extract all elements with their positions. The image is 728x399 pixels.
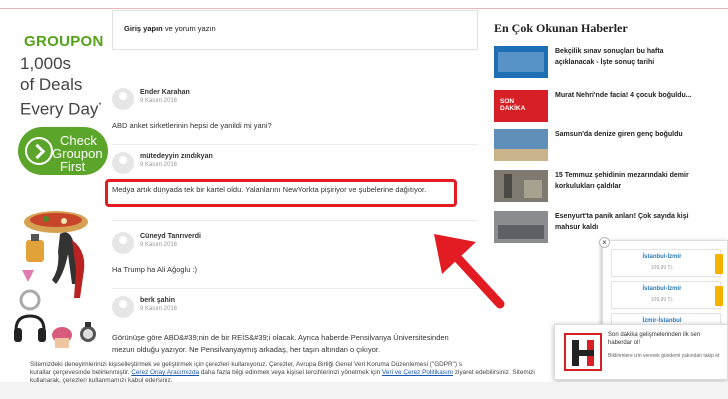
comment-date: 9 Kasım 2016	[140, 162, 178, 168]
comment-divider	[112, 220, 478, 221]
news-title[interactable]: 15 Temmuz şehidinin mezarındaki demir ko…	[555, 170, 695, 192]
groupon-logo: GROUPON	[24, 33, 104, 50]
comment-divider	[112, 144, 478, 145]
perfume-icon	[26, 240, 44, 262]
login-prompt-text: ve yorum yazın	[162, 24, 216, 33]
diamond-icon	[22, 270, 34, 282]
news-item[interactable]: 15 Temmuz şehidinin mezarındaki demir ko…	[494, 170, 694, 206]
ad-line-3-text: Every Day	[20, 99, 99, 119]
check-groupon-button[interactable]: Check Groupon First	[18, 127, 108, 175]
route-card[interactable]: İstanbul-İzmir 109,99 TL	[611, 249, 723, 277]
dancers-icon	[52, 232, 78, 284]
route-price: 109,99 TL	[650, 297, 674, 303]
privacy-policy-link[interactable]: Veri ve Çerez Politikasını	[382, 369, 453, 376]
ring-icon	[19, 289, 41, 311]
news-thumbnail	[494, 46, 548, 78]
notification-title: Son dakika gelişmelerinden ilk sen haber…	[608, 332, 701, 346]
news-title[interactable]: Murat Nehri'nde facia! 4 çocuk boğuldu..…	[555, 90, 695, 101]
avatar	[112, 232, 134, 254]
avatar	[112, 152, 134, 174]
news-title[interactable]: Bekçilik sınav sonuçları bu hafta açıkla…	[555, 46, 695, 68]
route-price: 109,99 TL	[650, 265, 674, 271]
headphones-icon	[14, 314, 46, 331]
groupon-ad[interactable]: GROUPON 1,000s of Deals Every Day* Check…	[12, 20, 108, 370]
cookie-consent-tool-link[interactable]: Çerez Onay Aracımızda	[131, 369, 199, 376]
cookie-text: Sitemizdeki deneyimlerinizi kişiselleşti…	[30, 361, 630, 385]
avatar	[112, 296, 134, 318]
top-divider	[0, 8, 728, 9]
comment-text: ABD anket sirketlerinin hepsi de yanildi…	[112, 121, 272, 130]
route-card[interactable]: İstanbul-İzmir 109,99 TL	[611, 281, 723, 309]
news-thumbnail	[494, 170, 548, 202]
news-item[interactable]: Bekçilik sınav sonuçları bu hafta açıkla…	[494, 46, 694, 82]
comment-author[interactable]: Cüneyd Tanrıverdi	[140, 233, 201, 240]
comment-author[interactable]: mütedeyyin zındıkyan	[140, 153, 213, 160]
news-title[interactable]: Samsun'da denize giren genç boğuldu	[555, 129, 695, 140]
route-tag	[715, 254, 723, 274]
news-thumbnail: SON DAKİKA	[494, 90, 548, 122]
highlight-annotation	[105, 179, 457, 207]
ad-button-line-3: First	[60, 159, 86, 174]
route-name: İstanbul-İzmir	[642, 286, 682, 292]
news-item[interactable]: SON DAKİKA Murat Nehri'nde facia! 4 çocu…	[494, 90, 694, 126]
news-title[interactable]: Esenyurt'ta panik anları! Çok sayıda kiş…	[555, 211, 695, 233]
ad-line-3-mark: *	[98, 101, 102, 110]
cookie-line-1: Sitemizdeki deneyimlerinizi kişiselleşti…	[30, 361, 463, 368]
comment-author[interactable]: berk şahin	[140, 297, 175, 304]
son-dakika-label: SON DAKİKA	[500, 98, 526, 112]
comment-author[interactable]: Ender Karahan	[140, 89, 190, 96]
comment-date: 9 Kasım 2016	[140, 98, 178, 104]
login-prompt: Giriş yapın ve yorum yazın	[112, 10, 478, 50]
notification-subtitle: Bildirimlere izin vererek gündemi yakınd…	[608, 353, 720, 359]
close-icon[interactable]: ×	[599, 237, 610, 248]
cookie-text-part: kurallar çerçevesinde belirlenmiştir.	[30, 369, 132, 376]
comment-date: 9 Kasım 2016	[140, 306, 178, 312]
ad-line-1: 1,000s	[20, 54, 72, 73]
news-thumbnail	[494, 211, 548, 243]
comment-text: Görünüşe göre ABD&#39;nin de bir REİS&#3…	[112, 333, 449, 342]
login-link[interactable]: Giriş yapın	[124, 24, 163, 33]
ad-headline: 1,000s of Deals Every Day*	[20, 53, 102, 120]
route-name: İstanbul-İzmir	[642, 254, 682, 260]
ad-line-2: of Deals	[20, 75, 83, 94]
news-item[interactable]: Samsun'da denize giren genç boğuldu	[494, 129, 694, 165]
comment-divider	[112, 288, 478, 289]
avatar	[112, 88, 134, 110]
cookie-text-part: daha fazla bilgi edinmek veya kişisel te…	[199, 369, 383, 376]
route-tag	[715, 286, 723, 306]
comment-text: Ha Trump ha Ali Ağoglu :)	[112, 265, 198, 274]
news-thumbnail	[494, 129, 548, 161]
comment-date: 9 Kasım 2016	[140, 242, 178, 248]
cookie-line-3: kullanarak, çerezleri kullanmamızı kabul…	[30, 377, 173, 384]
sidebar-title: En Çok Okunan Haberler	[494, 21, 628, 35]
chevron-right-icon	[25, 137, 53, 165]
cookie-text-part: ziyaret edebilirsiniz. Sitemizi	[453, 369, 535, 376]
cookie-line-2: kurallar çerçevesinde belirlenmiştir. Çe…	[30, 369, 630, 377]
comment-text-continued: mezun olduğu yazıyor. Ne Pensilvanyaymış…	[112, 345, 381, 354]
ad-line-3: Every Day*	[20, 95, 102, 120]
